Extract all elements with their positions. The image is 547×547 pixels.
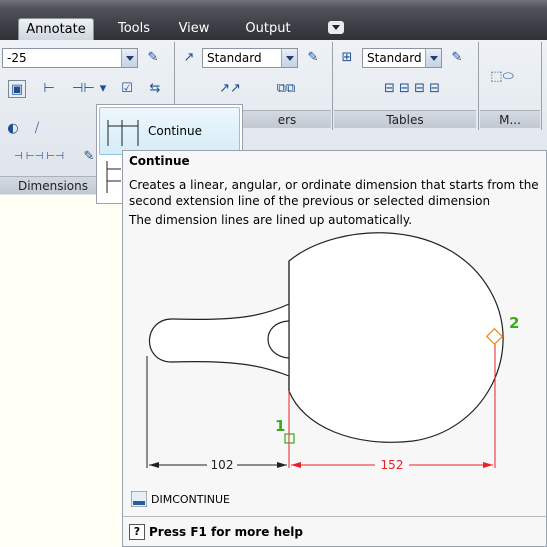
chevron-down-icon[interactable] — [121, 49, 137, 67]
panel-label-dimensions[interactable]: Dimensions — [0, 176, 106, 194]
dimension-style-edit-icon[interactable]: ✎ — [144, 49, 162, 67]
multileader-style-combo[interactable]: Standard — [202, 48, 298, 68]
dim-inspect-icon[interactable]: ☑ — [118, 80, 136, 98]
multileader-style-value: Standard — [207, 51, 262, 65]
table-style-combo[interactable]: Standard — [362, 48, 442, 68]
dim-update-icon[interactable]: ⇆ — [146, 80, 164, 98]
dim-radius-icon[interactable]: ◐ — [4, 120, 22, 138]
ribbon-minimize-arrow-icon[interactable] — [328, 21, 344, 34]
multileader-style-edit-icon[interactable]: ✎ — [304, 49, 322, 67]
arrowhead — [291, 462, 301, 468]
dimension-style-combo[interactable]: -25 — [2, 48, 138, 68]
table-tools-icons[interactable]: ⊟ ⊟ ⊟ ⊟ — [362, 80, 462, 98]
dim-tools-row-icon[interactable]: ⊣ ⊢⊣ ⊢⊣ — [4, 148, 74, 166]
panel-label-leaders[interactable]: ers — [243, 110, 331, 128]
point1-label: 1 — [275, 417, 285, 435]
menu-item-continue[interactable]: Continue — [99, 107, 240, 155]
tooltip-help-text: Press F1 for more help — [149, 525, 303, 539]
drawing-area[interactable] — [0, 195, 122, 547]
dim-continue-dropdown-icon[interactable]: ▾ — [96, 80, 110, 98]
tab-annotate[interactable]: Annotate — [18, 18, 94, 40]
dim-continue-icon — [107, 120, 139, 146]
dim-baseline-icon[interactable] — [103, 157, 123, 197]
panel-divider — [478, 42, 479, 130]
arrowhead — [483, 462, 493, 468]
dim-oblique-icon[interactable]: ⧸ — [28, 120, 46, 138]
arrowhead — [149, 462, 159, 468]
tooltip-note: The dimension lines are lined up automat… — [129, 213, 413, 227]
panel-label-tables[interactable]: Tables — [334, 110, 476, 128]
dim-value-left: 102 — [211, 458, 234, 472]
point2-label: 2 — [509, 314, 519, 332]
help-icon: ? — [129, 524, 145, 540]
tab-tools[interactable]: Tools — [108, 18, 160, 40]
panel-divider — [332, 42, 333, 130]
panel-label-markup[interactable]: M... — [480, 110, 540, 128]
chevron-down-icon[interactable] — [281, 49, 297, 67]
leader-align-collect-icon[interactable]: ⧉⧉ — [264, 80, 308, 98]
tooltip-title: Continue — [129, 154, 190, 168]
title-strip — [0, 0, 547, 10]
menu-item-continue-label: Continue — [148, 124, 202, 138]
dim-adjust-icon[interactable]: ⊢ — [40, 80, 58, 98]
tooltip-description: Creates a linear, angular, or ordinate d… — [129, 178, 539, 208]
dimension-style-value: -25 — [7, 51, 27, 65]
dim-value-right: 152 — [381, 458, 404, 472]
tab-output[interactable]: Output — [238, 18, 298, 40]
chevron-down-icon[interactable] — [425, 49, 441, 67]
leader-add-remove-icon[interactable]: ↗↗ — [208, 80, 252, 98]
table-style-value: Standard — [367, 51, 422, 65]
command-tooltip: Continue Creates a linear, angular, or o… — [122, 150, 547, 547]
tooltip-separator — [123, 516, 546, 517]
tooltip-illustration: 102 152 1 2 — [146, 232, 519, 472]
table-style-edit-icon[interactable]: ✎ — [448, 49, 466, 67]
tooltip-command-name: DIMCONTINUE — [151, 493, 230, 506]
dim-break-icon[interactable]: ▣ — [8, 80, 26, 98]
command-icon — [130, 490, 148, 508]
arrowhead — [277, 462, 287, 468]
tab-view[interactable]: View — [172, 18, 216, 40]
table-icon[interactable]: ⊞ — [338, 49, 356, 67]
dim-continue-icon[interactable]: ⊣⊢ — [72, 80, 95, 98]
multileader-icon[interactable]: ↗ — [180, 49, 198, 67]
paddle-head-shape — [288, 232, 504, 443]
markup-cloud-icon[interactable]: ⬚⬭ — [484, 68, 520, 86]
ribbon-tab-bar: Annotate Tools View Output — [0, 0, 547, 40]
panel-divider — [541, 42, 542, 130]
